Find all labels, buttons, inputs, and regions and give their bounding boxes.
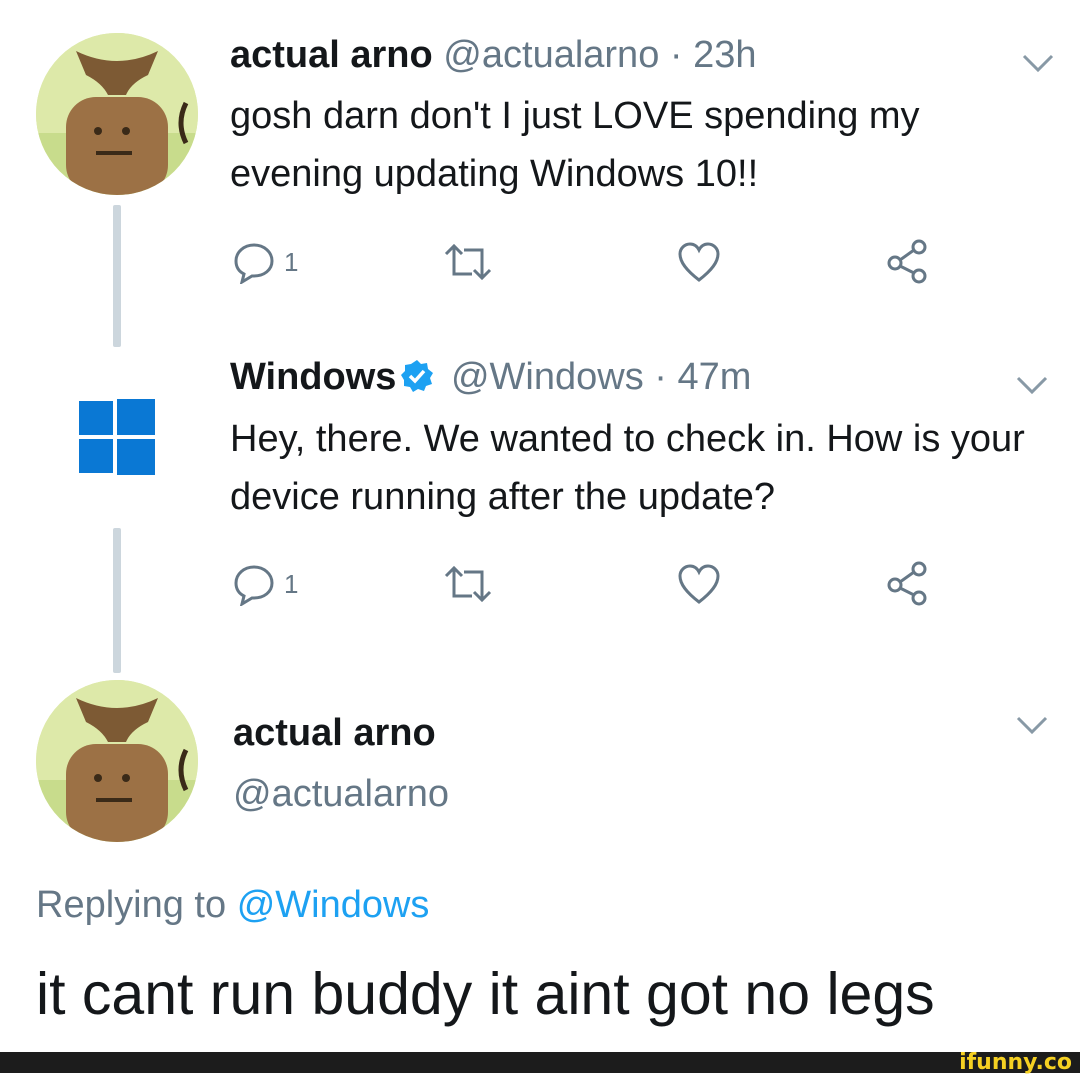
thread-line	[113, 205, 121, 347]
share-icon[interactable]	[885, 560, 931, 606]
replying-mention-link[interactable]: @Windows	[237, 884, 430, 926]
verified-badge-icon	[401, 360, 434, 392]
tweet-header: actual arno @actualarno · 23h	[230, 33, 757, 77]
tweet-header: Windows @Windows · 47m	[230, 355, 751, 399]
author-name[interactable]: actual arno	[230, 34, 433, 76]
author-name[interactable]: Windows	[230, 356, 396, 398]
reply-button[interactable]: 1	[232, 562, 298, 606]
avatar[interactable]	[36, 680, 198, 842]
replying-prefix: Replying to	[36, 884, 227, 926]
tweet-text: Hey, there. We wanted to check in. How i…	[230, 418, 1025, 518]
avatar-image	[36, 680, 198, 842]
tweet-text: gosh darn don't I just LOVE spending my …	[230, 95, 920, 195]
thread-line	[113, 528, 121, 673]
reply-count: 1	[284, 568, 299, 599]
meta-separator: ·	[654, 356, 667, 398]
reply-text: it cant run buddy it aint got no legs	[36, 961, 935, 1027]
reply-icon	[234, 243, 274, 284]
replying-to: Replying to @Windows	[36, 884, 429, 927]
avatar[interactable]	[36, 33, 198, 195]
chevron-down-icon[interactable]	[1012, 710, 1052, 740]
author-handle[interactable]: @actualarno	[443, 34, 659, 76]
retweet-icon[interactable]	[442, 562, 494, 606]
windows-logo[interactable]	[79, 399, 155, 475]
reply-icon	[234, 565, 274, 606]
ifunny-watermark: ifunny.co	[959, 1050, 1072, 1075]
tweet-timestamp[interactable]: 23h	[693, 34, 756, 76]
like-icon[interactable]	[676, 240, 722, 284]
reply-count: 1	[284, 246, 299, 277]
author-handle[interactable]: @Windows	[451, 356, 644, 398]
avatar-image	[36, 33, 198, 195]
retweet-icon[interactable]	[442, 240, 494, 284]
chevron-down-icon[interactable]	[1012, 370, 1052, 400]
meta-separator: ·	[669, 34, 683, 76]
chevron-down-icon[interactable]	[1018, 48, 1058, 78]
tweet-timestamp[interactable]: 47m	[678, 356, 752, 398]
watermark-bar	[0, 1052, 1080, 1073]
reply-button[interactable]: 1	[232, 240, 298, 284]
author-handle[interactable]: @actualarno	[233, 773, 449, 816]
like-icon[interactable]	[676, 562, 722, 606]
share-icon[interactable]	[885, 238, 931, 284]
author-name[interactable]: actual arno	[233, 712, 436, 755]
